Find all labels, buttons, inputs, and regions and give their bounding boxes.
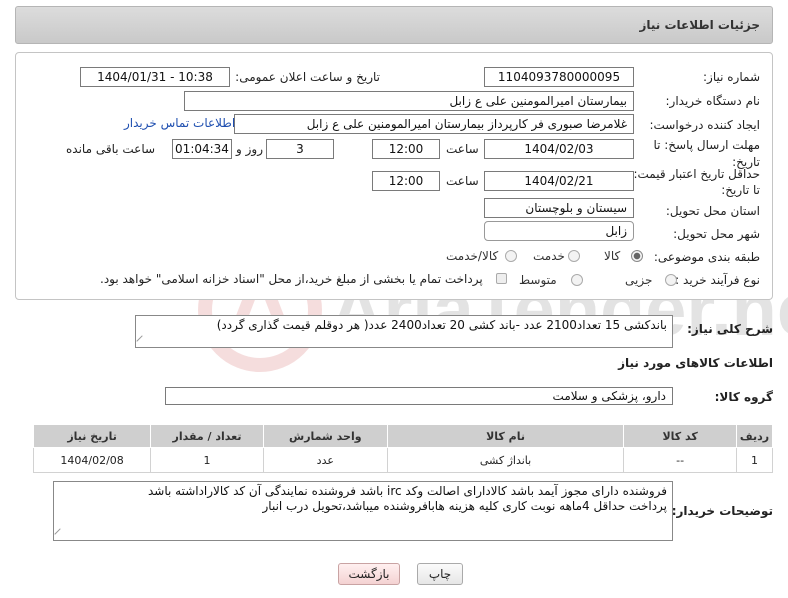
col-date: تاریخ نیاز	[32, 424, 152, 448]
cell-code: --	[623, 447, 737, 473]
validity-time-label: ساعت	[446, 174, 479, 188]
buyer-org-label: نام دستگاه خریدار:	[665, 94, 761, 108]
province-label: استان محل تحویل:	[665, 204, 760, 218]
province-field: سیستان و بلوچستان	[484, 198, 634, 218]
description-label: شرح کلی نیاز:	[687, 322, 773, 336]
goods-section-title: اطلاعات کالاهای مورد نیاز	[618, 356, 773, 370]
category-goods-radio[interactable]	[631, 250, 643, 262]
announce-label: تاریخ و ساعت اعلان عمومی:	[235, 70, 380, 84]
resize-grip-icon[interactable]	[54, 528, 66, 540]
category-both-label: کالا/خدمت	[446, 249, 499, 263]
col-qty: تعداد / مقدار	[150, 424, 264, 448]
goods-group-field: دارو، پزشکی و سلامت	[165, 387, 673, 405]
buyer-org-field: بیمارستان امیرالمومنین علی ع زابل	[184, 91, 634, 111]
city-field: زابل	[484, 221, 634, 241]
validity-time-field: 12:00	[372, 171, 440, 191]
buyer-notes-textarea: فروشنده دارای مجوز آیمد باشد کالادارای ا…	[53, 481, 673, 541]
col-code: کد کالا	[623, 424, 737, 448]
category-service-label: خدمت	[533, 249, 565, 263]
category-label: طبقه بندی موضوعی:	[653, 250, 760, 264]
creator-field: غلامرضا صبوری فر کارپرداز بیمارستان امیر…	[234, 114, 634, 134]
days-label: روز و	[236, 142, 263, 156]
reply-date-field: 1404/02/03	[484, 139, 634, 159]
remaining-time-label: ساعت باقی مانده	[66, 142, 156, 156]
need-number-label: شماره نیاز:	[703, 70, 760, 84]
price-validity-label: حداقل تاریخ اعتبار قیمت: تا تاریخ:	[633, 167, 760, 197]
remaining-time-field: 01:04:34	[172, 139, 232, 159]
buyer-contact-link[interactable]: اطلاعات تماس خریدار	[124, 116, 235, 130]
buyer-notes-line-1: فروشنده دارای مجوز آیمد باشد کالادارای ا…	[147, 484, 667, 498]
col-unit: واحد شمارش	[262, 424, 388, 448]
col-index: ردیف	[735, 424, 774, 448]
process-medium-label: متوسط	[519, 273, 557, 287]
treasury-payment-checkbox[interactable]	[496, 273, 507, 284]
description-text: باندکشی 15 تعداد2100 عدد -باند کشی 20 تع…	[216, 318, 667, 332]
validity-date-field: 1404/02/21	[484, 171, 634, 191]
col-name: نام کالا	[386, 424, 625, 448]
treasury-payment-note: پرداخت تمام یا بخشی از مبلغ خرید،از محل …	[100, 272, 483, 286]
goods-group-label: گروه کالا:	[714, 390, 773, 404]
process-minor-label: جزیی	[625, 273, 653, 287]
process-minor-radio[interactable]	[665, 274, 677, 286]
city-label: شهر محل تحویل:	[673, 227, 760, 241]
description-textarea: باندکشی 15 تعداد2100 عدد -باند کشی 20 تع…	[135, 315, 673, 348]
cell-index: 1	[735, 447, 774, 473]
reply-time-label: ساعت	[446, 142, 479, 156]
page-header: جزئیات اطلاعات نیاز	[15, 6, 773, 44]
category-service-radio[interactable]	[568, 250, 580, 262]
goods-table-header: ردیف کد کالا نام کالا واحد شمارش تعداد /…	[32, 424, 774, 448]
print-button[interactable]: چاپ	[417, 563, 463, 585]
cell-unit: عدد	[262, 447, 388, 473]
back-button[interactable]: بازگشت	[338, 563, 400, 585]
cell-qty: 1	[150, 447, 264, 473]
need-number-field: 1104093780000095	[484, 67, 634, 87]
process-label: نوع فرآیند خرید :	[675, 273, 760, 287]
goods-table: ردیف کد کالا نام کالا واحد شمارش تعداد /…	[32, 424, 774, 473]
announce-datetime-field: 1404/01/31 - 10:38	[80, 67, 230, 87]
page-title: جزئیات اطلاعات نیاز	[639, 18, 760, 32]
creator-label: ایجاد کننده درخواست:	[649, 118, 760, 132]
cell-date: 1404/02/08	[32, 447, 152, 473]
buyer-notes-line-2: پرداخت حداقل 4ماهه نوبت کاری کلیه هزینه …	[262, 499, 668, 513]
reply-time-field: 12:00	[372, 139, 440, 159]
resize-grip-icon[interactable]	[136, 335, 148, 347]
buyer-notes-label: توضیحات خریدار:	[671, 504, 773, 518]
table-row[interactable]: 1 -- بانداژ کشی عدد 1 1404/02/08	[32, 447, 774, 473]
process-medium-radio[interactable]	[571, 274, 583, 286]
category-both-radio[interactable]	[505, 250, 517, 262]
days-remaining-field: 3	[266, 139, 334, 159]
cell-name: بانداژ کشی	[386, 447, 625, 473]
category-goods-label: کالا	[604, 249, 621, 263]
